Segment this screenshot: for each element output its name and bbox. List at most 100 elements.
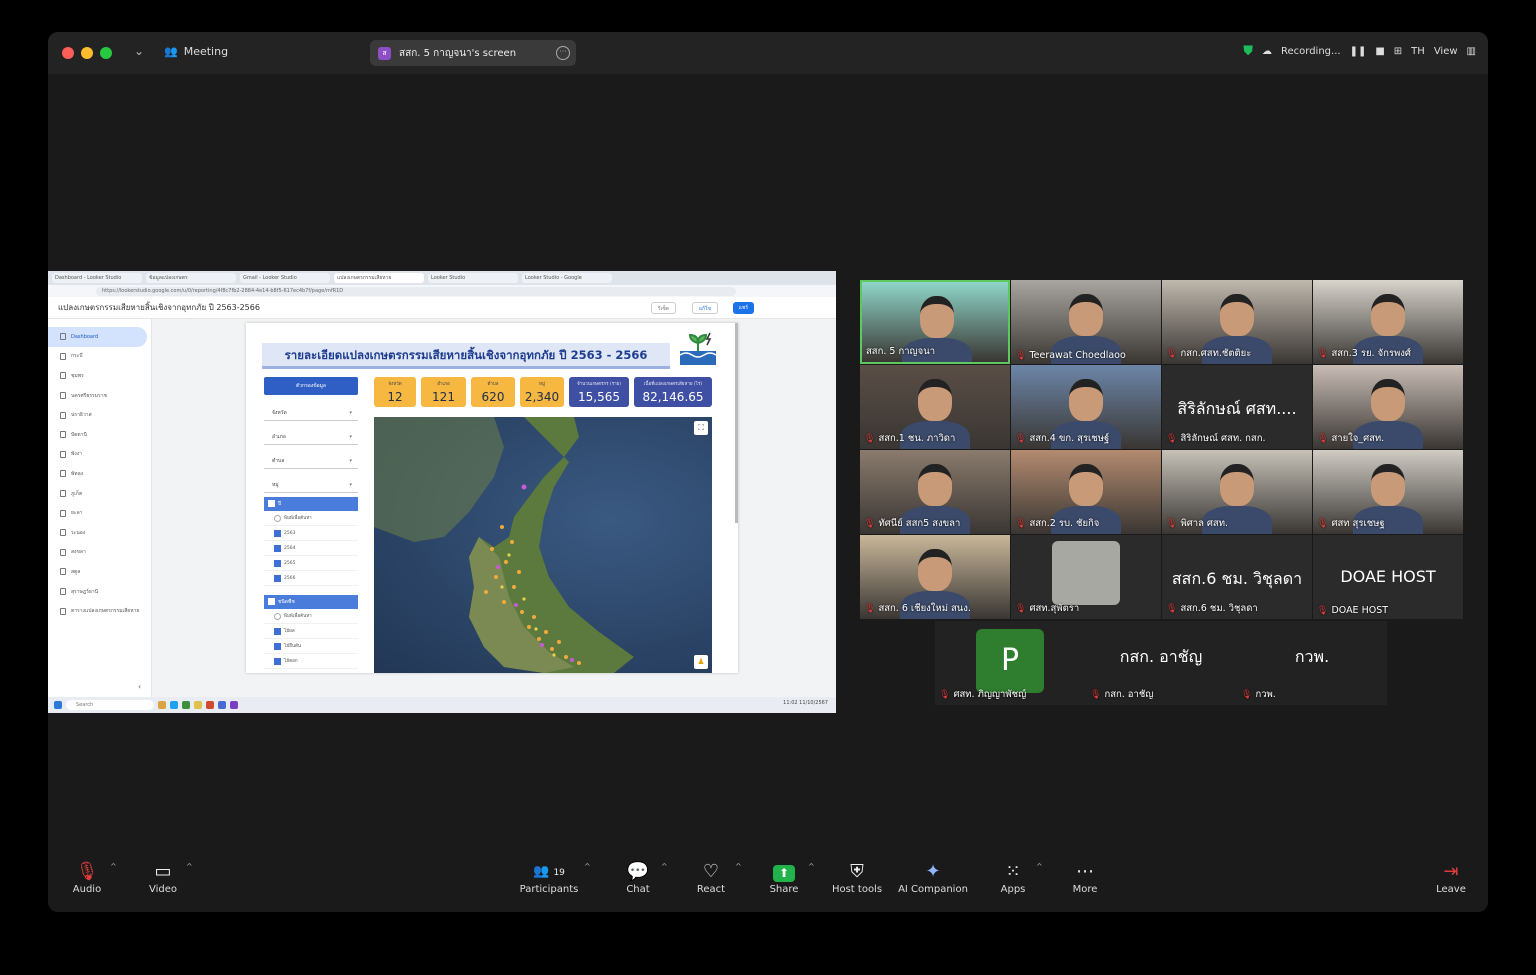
participant-tile[interactable]: 🎙 สสก.2 รบ. ชัยกิจ xyxy=(1011,450,1161,534)
nav-item[interactable]: ระนอง xyxy=(48,523,151,543)
year-filter-header[interactable]: ปี xyxy=(264,497,358,511)
share-report-button[interactable]: แชร์ xyxy=(732,302,754,314)
apps-caret-icon[interactable]: ^ xyxy=(1036,862,1043,871)
nav-item[interactable]: พังงา xyxy=(48,445,151,465)
taskbar-search-input[interactable]: Search xyxy=(66,700,154,710)
chevron-down-icon[interactable]: ⌄ xyxy=(134,44,144,58)
nav-item[interactable]: นครศรีธรรมราช xyxy=(48,386,151,406)
chat-button[interactable]: 💬 Chat ^ xyxy=(623,860,667,895)
view-layout-icon[interactable]: ▥ xyxy=(1467,46,1476,57)
browser-tab[interactable]: Dashboard - Looker Studio xyxy=(52,273,142,283)
participant-tile[interactable]: กสก. อาชัญ 🎙 กสก. อาชัญ xyxy=(1086,621,1236,705)
nav-item[interactable]: กระบี่ xyxy=(48,347,151,367)
nav-item[interactable]: สตูล xyxy=(48,562,151,582)
year-checkbox[interactable]: 2564 xyxy=(264,541,358,556)
share-caret-icon[interactable]: ^ xyxy=(808,862,815,871)
chat-caret-icon[interactable]: ^ xyxy=(661,862,668,871)
crop-checkbox[interactable]: ไม้ยืนต้น xyxy=(264,639,358,654)
ai-companion-button[interactable]: ✦ AI Companion xyxy=(898,860,968,895)
participants-caret-icon[interactable]: ^ xyxy=(584,862,591,871)
edge-icon[interactable] xyxy=(170,701,178,709)
nav-item[interactable]: ภูเก็ต xyxy=(48,484,151,504)
browser-tab[interactable]: Gmail - Looker Studio xyxy=(240,273,330,283)
windows-start-icon[interactable] xyxy=(54,701,62,709)
nav-item[interactable]: พัทลุง xyxy=(48,464,151,484)
edit-button[interactable]: แก้ไข xyxy=(691,302,718,314)
nav-item[interactable]: นราธิวาส xyxy=(48,405,151,425)
more-options-icon[interactable]: ··· xyxy=(556,46,570,60)
participant-tile[interactable]: 🎙 Teerawat Choedlaoo xyxy=(1011,280,1161,364)
window-maximize-button[interactable] xyxy=(100,47,112,59)
file-explorer-icon[interactable] xyxy=(158,701,166,709)
report-scrollbar[interactable] xyxy=(735,323,738,523)
participant-tile[interactable]: 🎙 สายใจ_ศสท. xyxy=(1313,365,1463,449)
pause-recording-icon[interactable]: ❚❚ xyxy=(1350,46,1367,57)
participant-tile[interactable]: 🎙 ศสท สุรเชษฐ xyxy=(1313,450,1463,534)
app-icon[interactable] xyxy=(218,701,226,709)
participant-tile[interactable]: 🎙 ทัศนีย์ สสก5 สงขลา xyxy=(860,450,1010,534)
host-tools-button[interactable]: ⛨ Host tools xyxy=(830,860,884,895)
share-screen-button[interactable]: ⬆ Share ^ xyxy=(766,860,815,895)
encryption-shield-icon[interactable]: ⛊ xyxy=(1243,44,1253,59)
crop-filter-header[interactable]: ชนิดพืช xyxy=(264,595,358,609)
view-button[interactable]: View xyxy=(1434,46,1458,57)
chrome-icon[interactable] xyxy=(206,701,214,709)
audio-button[interactable]: 🎙 Audio ^ xyxy=(72,860,117,895)
participants-button[interactable]: 👥 19 Participants ^ xyxy=(518,860,591,895)
active-speaker-tile[interactable]: สสก. 5 กาญจนา xyxy=(860,280,1010,364)
village-dropdown[interactable]: หมู่ xyxy=(264,477,358,493)
participant-tile[interactable]: 🎙 ศสท.สุพัตรา xyxy=(1011,535,1161,619)
participant-tile[interactable]: สสก.6 ชม. วิชุลดา 🎙 สสก.6 ชม. วิชุลดา xyxy=(1162,535,1312,619)
meeting-info-button[interactable]: 👥 Meeting xyxy=(164,45,228,58)
audio-caret-icon[interactable]: ^ xyxy=(110,862,117,871)
window-minimize-button[interactable] xyxy=(81,47,93,59)
participant-tile[interactable]: สิริลักษณ์ ศสท.... 🎙 สิริลักษณ์ ศสท. กสก. xyxy=(1162,365,1312,449)
reset-button[interactable]: รีเซ็ต xyxy=(650,302,676,314)
street-view-pegman-icon[interactable]: ♟ xyxy=(694,655,708,669)
language-button[interactable]: TH xyxy=(1411,46,1425,57)
browser-tab-active[interactable]: แปลงเกษตรกรรมเสียหาย xyxy=(334,273,424,283)
more-button[interactable]: ⋯ More xyxy=(1070,860,1100,895)
crop-checkbox[interactable]: ไม้ผล xyxy=(264,624,358,639)
browser-tab[interactable]: Looker Studio xyxy=(428,273,518,283)
participant-tile[interactable]: 🎙 พิศาล ศสท. xyxy=(1162,450,1312,534)
participant-tile[interactable]: 🎙 สสก.1 ชน. ภาวิดา xyxy=(860,365,1010,449)
browser-tab[interactable]: ข้อมูลแปลงเกษตร xyxy=(146,273,236,283)
react-button[interactable]: ♡ React ^ xyxy=(693,860,742,895)
crop-search-input[interactable]: พิมพ์เพื่อค้นหา xyxy=(264,609,358,624)
apps-button[interactable]: ⁙ Apps ^ xyxy=(998,860,1043,895)
zoom-taskbar-icon[interactable] xyxy=(230,701,238,709)
province-dropdown[interactable]: จังหวัด xyxy=(264,405,358,421)
nav-item[interactable]: ปัตตานี xyxy=(48,425,151,445)
participant-tile[interactable]: 🎙 สสก. 6 เชียงใหม่ สนง. xyxy=(860,535,1010,619)
year-checkbox[interactable]: 2563 xyxy=(264,526,358,541)
participant-tile[interactable]: DOAE HOST 🎙 DOAE HOST xyxy=(1313,535,1463,619)
participant-tile[interactable]: 🎙 กสก.ศสท.ชัตติยะ xyxy=(1162,280,1312,364)
collapse-nav-icon[interactable]: ‹ xyxy=(138,682,141,691)
nav-item[interactable]: ยะลา xyxy=(48,503,151,523)
nav-item[interactable]: ชุมพร xyxy=(48,366,151,386)
video-button[interactable]: ▭ Video ^ xyxy=(148,860,193,895)
crop-checkbox[interactable]: ไม้ดอก xyxy=(264,654,358,669)
nav-item[interactable]: สุราษฎร์ธานี xyxy=(48,582,151,602)
damage-map[interactable]: ⛶ ♟ xyxy=(374,417,712,673)
leave-button[interactable]: ⇥ Leave xyxy=(1436,860,1466,895)
nav-item[interactable]: สงขลา xyxy=(48,543,151,563)
subdistrict-dropdown[interactable]: ตำบล xyxy=(264,453,358,469)
window-close-button[interactable] xyxy=(62,47,74,59)
year-checkbox[interactable]: 2565 xyxy=(264,556,358,571)
share-indicator-pill[interactable]: ส สสก. 5 กาญจนา's screen ··· xyxy=(370,40,576,66)
participant-tile[interactable]: 🎙 สสก.3 รย. จักรพงศ์ xyxy=(1313,280,1463,364)
nav-item-dashboard[interactable]: Dashboard xyxy=(48,327,147,347)
folder-icon[interactable] xyxy=(194,701,202,709)
fullscreen-icon[interactable]: ⛶ xyxy=(694,421,708,435)
gallery-grid-icon[interactable]: ⊞ xyxy=(1394,46,1402,57)
participant-tile[interactable]: 🎙 สสก.4 ขก. สุรเชษฐ์ xyxy=(1011,365,1161,449)
stop-recording-icon[interactable]: ■ xyxy=(1375,46,1384,57)
nav-item[interactable]: ตารางแปลงเกษตรกรรมเสียหาย xyxy=(48,601,151,621)
browser-tab[interactable]: Looker Studio - Google xyxy=(522,273,612,283)
participant-tile[interactable]: กวพ. 🎙 กวพ. xyxy=(1237,621,1387,705)
year-search-input[interactable]: พิมพ์เพื่อค้นหา xyxy=(264,511,358,526)
react-caret-icon[interactable]: ^ xyxy=(735,862,742,871)
year-checkbox[interactable]: 2566 xyxy=(264,571,358,586)
